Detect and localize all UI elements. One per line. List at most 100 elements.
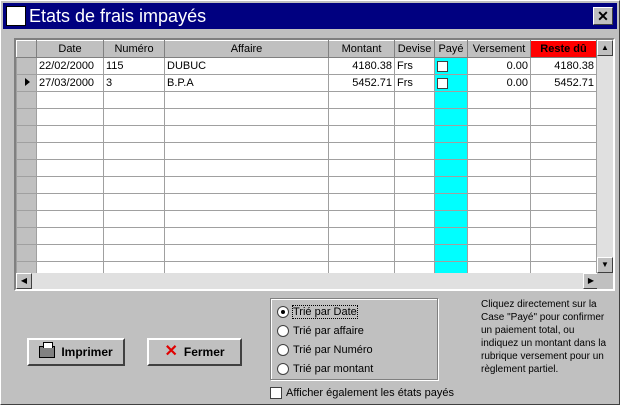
row-indicator bbox=[16, 210, 37, 228]
empty-cell bbox=[36, 193, 104, 211]
empty-table-row bbox=[16, 176, 597, 194]
column-header-devise[interactable]: Devise bbox=[394, 40, 435, 58]
vertical-scrollbar[interactable]: ▲ ▼ bbox=[597, 40, 613, 273]
empty-cell bbox=[467, 159, 531, 177]
cell-paye[interactable] bbox=[434, 57, 468, 75]
empty-cell bbox=[164, 210, 329, 228]
horizontal-scrollbar[interactable]: ◀ ▶ bbox=[16, 273, 599, 289]
row-indicator bbox=[16, 91, 37, 109]
print-button[interactable]: Imprimer bbox=[27, 338, 125, 366]
row-indicator bbox=[16, 108, 37, 126]
row-indicator[interactable] bbox=[16, 57, 37, 75]
empty-table-row bbox=[16, 227, 597, 245]
empty-cell bbox=[36, 227, 104, 245]
close-button[interactable]: ✕ Fermer bbox=[147, 338, 242, 366]
scroll-down-button[interactable]: ▼ bbox=[597, 257, 613, 273]
row-indicator[interactable] bbox=[16, 74, 37, 92]
column-header-paye[interactable]: Payé bbox=[434, 40, 468, 58]
empty-cell bbox=[530, 210, 597, 228]
column-header-affaire[interactable]: Affaire bbox=[164, 40, 329, 58]
column-header-versement[interactable]: Versement bbox=[467, 40, 531, 58]
empty-cell bbox=[467, 108, 531, 126]
column-header-date[interactable]: Date bbox=[36, 40, 104, 58]
expenses-table: Date Numéro Affaire Montant Devise Payé … bbox=[16, 40, 597, 279]
empty-cell bbox=[530, 227, 597, 245]
cell-numero: 3 bbox=[103, 74, 165, 92]
empty-cell bbox=[394, 142, 435, 160]
empty-cell bbox=[530, 91, 597, 109]
empty-cell bbox=[394, 227, 435, 245]
row-indicator bbox=[16, 193, 37, 211]
current-row-pointer-icon bbox=[25, 78, 30, 86]
cell-versement[interactable]: 0.00 bbox=[467, 74, 531, 92]
empty-cell bbox=[467, 91, 531, 109]
sort-by-date-option[interactable]: Trié par Date bbox=[277, 304, 358, 320]
empty-cell bbox=[328, 108, 395, 126]
empty-cell bbox=[394, 193, 435, 211]
scroll-up-button[interactable]: ▲ bbox=[597, 40, 613, 56]
column-header-montant[interactable]: Montant bbox=[328, 40, 395, 58]
column-header-numero[interactable]: Numéro bbox=[103, 40, 165, 58]
row-indicator bbox=[16, 159, 37, 177]
paid-checkbox[interactable] bbox=[437, 77, 448, 89]
sort-by-montant-radio[interactable] bbox=[277, 363, 289, 375]
empty-cell bbox=[328, 91, 395, 109]
sort-by-montant-label: Trié par montant bbox=[293, 363, 374, 375]
empty-cell bbox=[164, 125, 329, 143]
empty-cell bbox=[434, 91, 468, 109]
show-paid-label: Afficher également les états payés bbox=[286, 387, 454, 399]
empty-cell bbox=[394, 108, 435, 126]
empty-cell bbox=[394, 125, 435, 143]
empty-cell bbox=[467, 244, 531, 262]
empty-cell bbox=[103, 91, 165, 109]
empty-cell bbox=[164, 176, 329, 194]
cell-paye[interactable] bbox=[434, 74, 468, 92]
printer-icon bbox=[39, 342, 56, 358]
sort-by-affaire-option[interactable]: Trié par affaire bbox=[277, 323, 364, 339]
empty-cell bbox=[530, 244, 597, 262]
empty-cell bbox=[434, 142, 468, 160]
show-paid-checkbox[interactable] bbox=[270, 387, 282, 399]
empty-cell bbox=[36, 108, 104, 126]
empty-cell bbox=[394, 91, 435, 109]
empty-cell bbox=[328, 159, 395, 177]
empty-cell bbox=[434, 193, 468, 211]
show-paid-option[interactable]: Afficher également les états payés bbox=[270, 387, 454, 399]
cell-versement[interactable]: 0.00 bbox=[467, 57, 531, 75]
empty-cell bbox=[164, 193, 329, 211]
empty-cell bbox=[530, 125, 597, 143]
empty-cell bbox=[103, 210, 165, 228]
empty-cell bbox=[394, 176, 435, 194]
row-indicator bbox=[16, 176, 37, 194]
sort-by-montant-option[interactable]: Trié par montant bbox=[277, 361, 373, 377]
sort-by-numero-radio[interactable] bbox=[277, 344, 289, 356]
empty-cell bbox=[103, 125, 165, 143]
cell-reste: 4180.38 bbox=[530, 57, 597, 75]
close-window-button[interactable]: ✕ bbox=[593, 7, 613, 25]
empty-cell bbox=[467, 125, 531, 143]
table-row[interactable]: 22/02/2000 115 DUBUC 4180.38 Frs 0.00 4180.38 bbox=[16, 57, 597, 75]
column-header-reste-du[interactable]: Reste dû bbox=[530, 40, 597, 58]
sort-by-date-radio[interactable] bbox=[277, 306, 289, 318]
window-title: Etats de frais impayés bbox=[29, 6, 207, 26]
empty-cell bbox=[36, 159, 104, 177]
close-button-label: Fermer bbox=[183, 345, 225, 359]
empty-cell bbox=[164, 159, 329, 177]
row-indicator bbox=[16, 125, 37, 143]
close-icon: ✕ bbox=[597, 8, 609, 24]
sort-by-numero-option[interactable]: Trié par Numéro bbox=[277, 342, 373, 358]
scroll-left-button[interactable]: ◀ bbox=[16, 273, 32, 289]
empty-cell bbox=[467, 193, 531, 211]
empty-table-row bbox=[16, 159, 597, 177]
cell-date: 27/03/2000 bbox=[36, 74, 104, 92]
expenses-grid: Date Numéro Affaire Montant Devise Payé … bbox=[14, 38, 615, 291]
sort-by-numero-label: Trié par Numéro bbox=[293, 344, 373, 356]
cell-devise: Frs bbox=[394, 57, 435, 75]
empty-table-row bbox=[16, 91, 597, 109]
table-row[interactable]: 27/03/2000 3 B.P.A 5452.71 Frs 0.00 5452.71 bbox=[16, 74, 597, 92]
paid-checkbox[interactable] bbox=[437, 60, 448, 72]
empty-cell bbox=[434, 244, 468, 262]
sort-by-affaire-radio[interactable] bbox=[277, 325, 289, 337]
empty-cell bbox=[36, 210, 104, 228]
empty-cell bbox=[467, 142, 531, 160]
